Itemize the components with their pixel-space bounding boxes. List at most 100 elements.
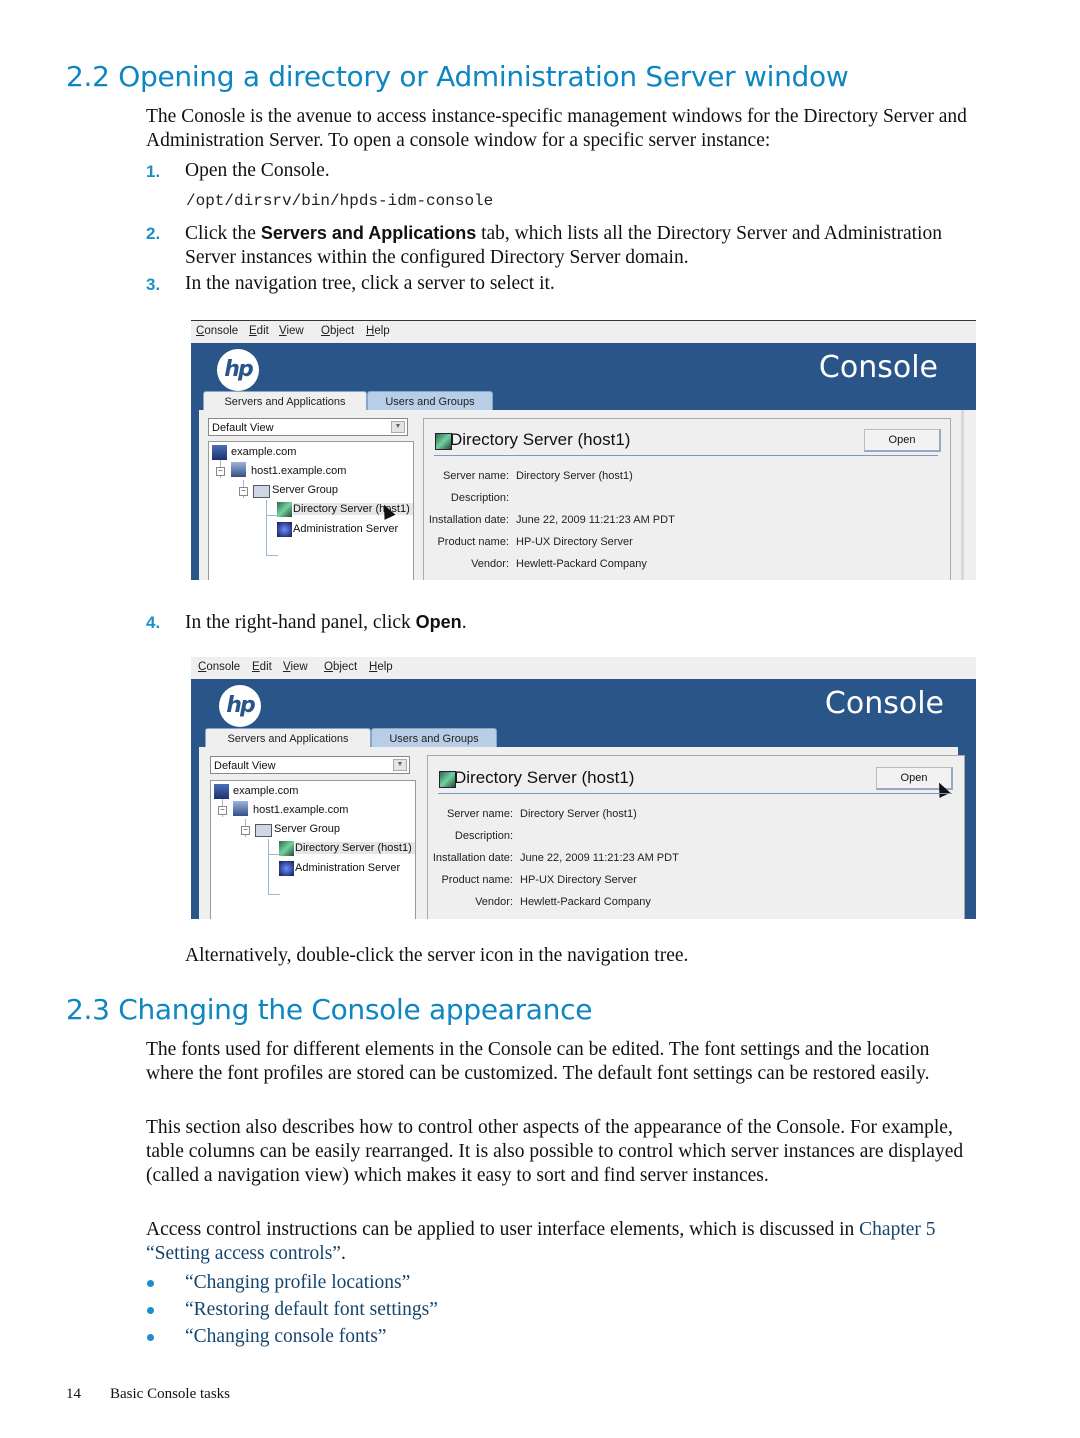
step-number: 4. <box>146 613 161 632</box>
server-detail-panel: Directory Server (host1) Open Server nam… <box>427 755 965 919</box>
menu-bar: Console Edit View Object Help <box>191 320 976 343</box>
host-computer-icon <box>231 462 246 477</box>
field-value: June 22, 2009 11:21:23 AM PDT <box>520 852 679 864</box>
field-label: Server name: <box>446 808 513 820</box>
admin-server-gear-icon <box>277 522 292 537</box>
tree-node-server-group[interactable]: Server Group <box>272 484 338 496</box>
view-select-value: Default View <box>212 422 274 434</box>
step-text-part: In the right-hand panel, click <box>185 612 416 633</box>
tab-servers-and-applications[interactable]: Servers and Applications <box>205 728 371 749</box>
ui-label-servers-and-applications: Servers and Applications <box>260 223 477 243</box>
menu-bar: Console Edit View Object Help <box>191 657 976 679</box>
field-value: Directory Server (host1) <box>516 470 633 482</box>
tree-node-host[interactable]: host1.example.com <box>253 804 348 816</box>
field-label: Description: <box>454 830 513 842</box>
field-value: HP-UX Directory Server <box>520 874 637 886</box>
menu-object[interactable]: Object <box>324 661 357 673</box>
page-number: 14 <box>66 1386 81 1402</box>
tree-node-host[interactable]: host1.example.com <box>251 465 346 477</box>
collapse-icon[interactable]: − <box>239 487 248 496</box>
section-heading-2-3: 2.3 Changing the Console appearance <box>66 993 593 1026</box>
field-label: Product name: <box>441 874 513 886</box>
tree-node-domain[interactable]: example.com <box>231 446 296 458</box>
field-value: Hewlett-Packard Company <box>520 896 651 908</box>
paragraph-text: Access control instructions can be appli… <box>146 1219 855 1240</box>
paragraph: Access control instructions can be appli… <box>146 1218 976 1266</box>
link-changing-profile-locations[interactable]: “Changing profile locations” <box>185 1272 410 1294</box>
field-value: June 22, 2009 11:21:23 AM PDT <box>516 514 675 526</box>
tree-node-server-group[interactable]: Server Group <box>274 823 340 835</box>
banner-title: Console <box>818 350 938 385</box>
paragraph: The fonts used for different elements in… <box>146 1039 930 1084</box>
tab-servers-and-applications[interactable]: Servers and Applications <box>203 391 367 412</box>
tab-users-and-groups[interactable]: Users and Groups <box>367 391 493 412</box>
folder-icon <box>253 485 270 498</box>
field-value: HP-UX Directory Server <box>516 536 633 548</box>
step-text: Open the Console. <box>185 160 330 181</box>
navigation-tree: example.com − host1.example.com − Server… <box>208 441 414 580</box>
navigation-tree: example.com − host1.example.com − Server… <box>210 780 416 919</box>
collapse-icon[interactable]: − <box>216 467 225 476</box>
host-computer-icon <box>233 801 248 816</box>
intro-paragraph: The Conosle is the avenue to access inst… <box>146 106 967 151</box>
admin-server-gear-icon <box>279 861 294 876</box>
menu-console[interactable]: Console <box>198 661 240 673</box>
collapse-icon[interactable]: − <box>218 806 227 815</box>
field-label: Installation date: <box>428 514 509 526</box>
link-restoring-default-font-settings[interactable]: “Restoring default font settings” <box>185 1299 438 1321</box>
tree-node-domain[interactable]: example.com <box>233 785 298 797</box>
tab-users-and-groups[interactable]: Users and Groups <box>371 728 497 749</box>
paragraph: This section also describes how to contr… <box>146 1117 964 1186</box>
menu-object[interactable]: Object <box>321 325 354 337</box>
step-text: In the navigation tree, click a server t… <box>185 273 555 294</box>
domain-building-icon <box>212 445 227 460</box>
chevron-down-icon[interactable]: ▼ <box>393 759 407 771</box>
view-select-value: Default View <box>214 760 276 772</box>
step-text: Click the Servers and Applications tab, … <box>185 221 975 270</box>
directory-server-icon <box>277 502 292 517</box>
chevron-down-icon[interactable]: ▼ <box>391 421 405 433</box>
open-button[interactable]: Open <box>864 429 941 452</box>
banner-title: Console <box>824 686 944 721</box>
field-label: Installation date: <box>432 852 513 864</box>
link-changing-console-fonts[interactable]: “Changing console fonts” <box>185 1326 386 1348</box>
server-detail-panel: Directory Server (host1) Open Server nam… <box>423 418 951 580</box>
field-label: Vendor: <box>475 896 513 908</box>
step-text: In the right-hand panel, click Open. <box>185 610 975 635</box>
paragraph-text: . <box>340 1243 346 1264</box>
field-label: Product name: <box>437 536 509 548</box>
menu-edit[interactable]: Edit <box>249 325 269 337</box>
field-value: Hewlett-Packard Company <box>516 558 647 570</box>
step-text-part: . <box>461 612 467 633</box>
menu-view[interactable]: View <box>279 325 304 337</box>
console-screenshot-2: Console Edit View Object Help hp Console… <box>191 657 976 919</box>
menu-console[interactable]: Console <box>196 325 238 337</box>
collapse-icon[interactable]: − <box>241 826 250 835</box>
view-select[interactable]: Default View ▼ <box>208 418 408 436</box>
domain-building-icon <box>214 784 229 799</box>
menu-help[interactable]: Help <box>369 661 393 673</box>
detail-title: Directory Server (host1) <box>454 768 635 787</box>
tree-node-admin-server[interactable]: Administration Server <box>295 862 400 874</box>
menu-edit[interactable]: Edit <box>252 661 272 673</box>
step-number: 3. <box>146 275 161 294</box>
field-label: Description: <box>450 492 509 504</box>
bullet-icon <box>147 1307 154 1314</box>
detail-title: Directory Server (host1) <box>450 430 631 449</box>
tree-node-admin-server[interactable]: Administration Server <box>293 523 398 535</box>
field-label: Vendor: <box>471 558 509 570</box>
content-panel: Default View ▼ example.com − host1.examp… <box>199 410 962 580</box>
menu-view[interactable]: View <box>283 661 308 673</box>
content-panel: Default View ▼ example.com − host1.examp… <box>199 747 965 919</box>
step-number: 1. <box>146 162 161 181</box>
ui-label-open: Open <box>415 612 462 632</box>
hp-logo-icon: hp <box>217 349 259 391</box>
bullet-icon <box>147 1280 154 1287</box>
step-number: 2. <box>146 224 161 243</box>
tree-node-directory-server[interactable]: Directory Server (host1) <box>295 842 415 854</box>
view-select[interactable]: Default View ▼ <box>210 756 410 774</box>
menu-help[interactable]: Help <box>366 325 390 337</box>
field-value: Directory Server (host1) <box>520 808 637 820</box>
directory-server-icon <box>279 841 294 856</box>
folder-icon <box>255 824 272 837</box>
